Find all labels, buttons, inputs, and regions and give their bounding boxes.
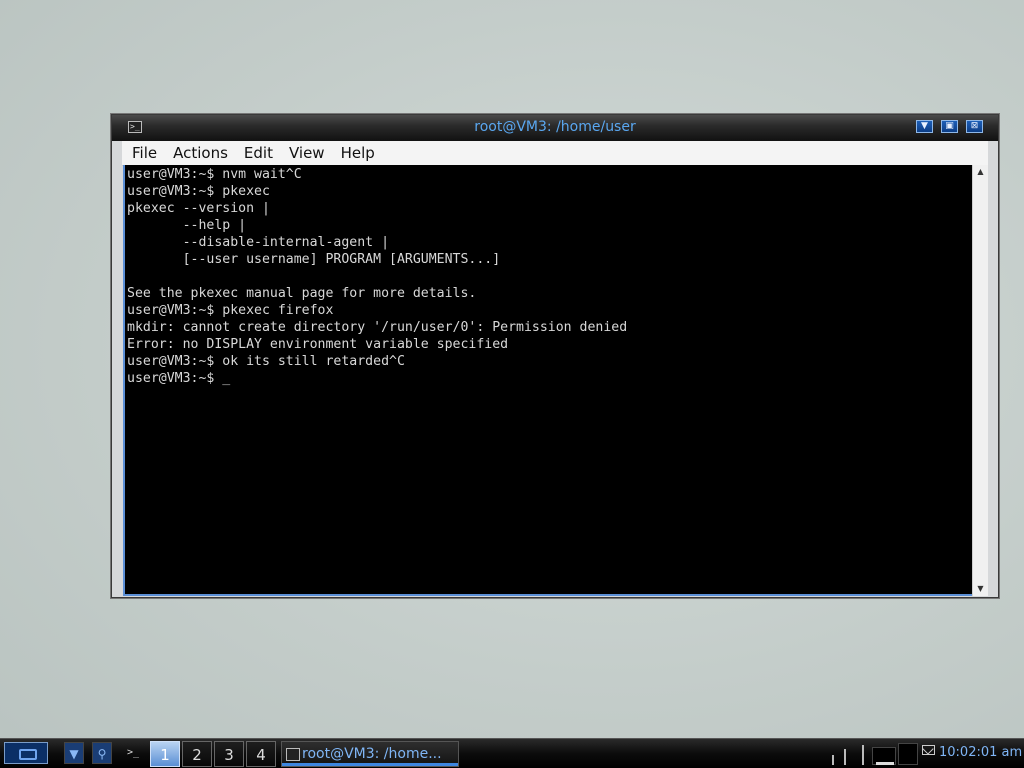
scroll-down-arrow-icon[interactable]: ▼ <box>973 582 988 596</box>
terminal-launcher-icon[interactable]: >_ <box>122 742 144 764</box>
menu-help[interactable]: Help <box>335 141 381 165</box>
menubar: File Actions Edit View Help <box>122 141 988 166</box>
desktop-3-button[interactable]: 3 <box>214 741 244 767</box>
desktop-4-button[interactable]: 4 <box>246 741 276 767</box>
clock[interactable]: 10:02:01 am <box>939 742 1022 764</box>
maximize-button[interactable]: ▣ <box>941 120 958 133</box>
terminal-output[interactable]: user@VM3:~$ nvm wait^C user@VM3:~$ pkexe… <box>123 165 972 596</box>
tray-meter-bar <box>862 745 864 765</box>
minimize-icon: ▼ <box>921 121 928 131</box>
maximize-icon: ▣ <box>945 121 954 131</box>
terminal-scrollbar[interactable]: ▲ ▼ <box>972 165 988 596</box>
tray-meter-bar <box>876 762 894 765</box>
taskbar: ▼ ⚲ >_ 1 2 3 4 root@VM3: /home... 10:02:… <box>0 738 1024 768</box>
tray-graph <box>898 743 918 765</box>
menu-edit[interactable]: Edit <box>238 141 279 165</box>
scroll-up-arrow-icon[interactable]: ▲ <box>973 165 988 179</box>
window-titlebar[interactable]: >_ root@VM3: /home/user ▼ ▣ ⊠ <box>112 115 998 141</box>
menu-file[interactable]: File <box>126 141 163 165</box>
system-tray[interactable] <box>826 741 918 765</box>
desktop-2-button[interactable]: 2 <box>182 741 212 767</box>
terminal-line: user@VM3:~$ pkexec firefox <box>127 303 334 318</box>
terminal-line: See the pkexec manual page for more deta… <box>127 286 477 301</box>
terminal-line: user@VM3:~$ ok its still retarded^C <box>127 354 405 369</box>
start-menu-icon[interactable] <box>4 742 48 764</box>
terminal-line: user@VM3:~$ nvm wait^C <box>127 167 302 182</box>
terminal-line: --help | <box>127 218 247 233</box>
terminal-icon <box>286 748 300 761</box>
task-active-indicator <box>282 763 458 766</box>
terminal-line: mkdir: cannot create directory '/run/use… <box>127 320 628 335</box>
taskbar-task-terminal[interactable]: root@VM3: /home... <box>281 741 459 767</box>
desktop-1-button[interactable]: 1 <box>150 741 180 767</box>
mail-icon[interactable] <box>922 745 935 755</box>
task-label: root@VM3: /home... <box>302 746 442 762</box>
minimize-button[interactable]: ▼ <box>916 120 933 133</box>
terminal-line: [--user username] PROGRAM [ARGUMENTS...] <box>127 252 501 267</box>
tray-meter-bar <box>832 755 834 765</box>
terminal-prompt-line: user@VM3:~$ _ <box>127 371 231 386</box>
terminal-line: pkexec --version | <box>127 201 270 216</box>
window-list-icon[interactable]: ▼ <box>64 742 84 764</box>
terminal-line: --disable-internal-agent | <box>127 235 390 250</box>
window-title: root@VM3: /home/user <box>474 119 636 135</box>
search-icon[interactable]: ⚲ <box>92 742 112 764</box>
terminal-text: user@VM3:~$ nvm wait^C user@VM3:~$ pkexe… <box>127 166 972 387</box>
terminal-line: Error: no DISPLAY environment variable s… <box>127 337 509 352</box>
tray-meter-bar <box>844 749 846 765</box>
menu-actions[interactable]: Actions <box>167 141 234 165</box>
menu-view[interactable]: View <box>283 141 331 165</box>
terminal-line: user@VM3:~$ pkexec <box>127 184 270 199</box>
close-button[interactable]: ⊠ <box>966 120 983 133</box>
terminal-window[interactable]: >_ root@VM3: /home/user ▼ ▣ ⊠ File Action… <box>111 114 999 598</box>
close-icon: ⊠ <box>970 121 979 131</box>
